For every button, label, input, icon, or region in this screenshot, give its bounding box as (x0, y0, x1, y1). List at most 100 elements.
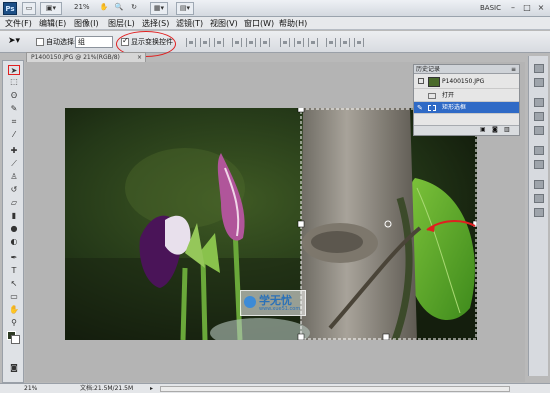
align-bottom-icon[interactable] (214, 38, 224, 47)
history-tab-bar: 历史记录 ≡ (414, 65, 519, 74)
lasso-tool-icon[interactable]: ʘ (8, 91, 20, 101)
options-bar: ➤▾ 自动选择: 组 ✓ 显示变换控件 (0, 31, 550, 53)
status-arrow-icon[interactable]: ▸ (150, 384, 153, 393)
marquee-tool-icon[interactable]: ⬚ (8, 77, 20, 87)
color-panel-icon[interactable] (534, 98, 544, 107)
new-document-icon[interactable]: ▣ (480, 126, 486, 133)
layers-panel-icon[interactable] (534, 180, 544, 189)
paths-panel-icon[interactable] (534, 208, 544, 217)
adjustments-panel-icon[interactable] (534, 146, 544, 155)
rotate-view-icon[interactable]: ↻ (128, 2, 140, 15)
path-select-tool-icon[interactable]: ↖ (8, 279, 20, 289)
auto-select-dropdown[interactable]: 组 (75, 36, 113, 48)
menu-edit[interactable]: 编辑(E) (39, 18, 66, 29)
menu-help[interactable]: 帮助(H) (279, 18, 307, 29)
distribute-right-icon[interactable] (354, 38, 364, 47)
history-state-icon (428, 93, 436, 99)
menu-file[interactable]: 文件(F) (5, 18, 32, 29)
distribute-bottom-icon[interactable] (308, 38, 318, 47)
history-snapshot[interactable]: P1400150.JPG (414, 75, 519, 89)
menu-layer[interactable]: 图层(L) (108, 18, 135, 29)
distribute-left-icon[interactable] (326, 38, 336, 47)
brush-tool-icon[interactable]: ⟋ (8, 159, 20, 169)
align-left-icon[interactable] (232, 38, 242, 47)
align-vcenter-icon[interactable] (200, 38, 210, 47)
history-panel-icon[interactable] (534, 78, 544, 87)
bridge-folder-icon[interactable]: ▭ (22, 2, 36, 15)
application-bar: Ps ▭ ▣▾ 21% ✋ 🔍 ↻ ▦▾ ▤▾ BASIC – □ × (0, 0, 550, 17)
menu-image[interactable]: 图像(I) (74, 18, 99, 29)
distribute-vcenter-icon[interactable] (294, 38, 304, 47)
background-color-swatch[interactable] (11, 335, 20, 344)
history-tab[interactable]: 历史记录 (416, 65, 440, 74)
marquee-state-icon (428, 105, 436, 111)
healing-brush-tool-icon[interactable]: ✚ (8, 146, 20, 156)
history-item-rect-marquee[interactable]: ✎ 矩形选框 (414, 102, 519, 114)
watermark: 学无忧 www.xue51.com (240, 290, 306, 316)
align-right-icon[interactable] (260, 38, 270, 47)
align-top-icon[interactable] (186, 38, 196, 47)
menu-filter[interactable]: 滤镜(T) (176, 18, 203, 29)
close-icon[interactable]: × (536, 3, 546, 13)
document-tab[interactable]: P1400150.JPG @ 21%(RGB/8) × (26, 52, 146, 62)
history-item-open[interactable]: 打开 (414, 90, 519, 102)
zoom-level[interactable]: 21% (74, 3, 90, 11)
history-footer: ▣ ◙ ▥ (414, 125, 519, 135)
close-tab-icon[interactable]: × (137, 53, 142, 62)
minimize-icon[interactable]: – (508, 3, 518, 13)
snapshot-thumbnail (428, 77, 440, 87)
distribute-hcenter-icon[interactable] (340, 38, 350, 47)
crop-tool-icon[interactable]: ⌗ (8, 117, 20, 127)
navigator-panel-icon[interactable] (534, 64, 544, 73)
horizontal-scrollbar[interactable] (160, 386, 510, 392)
quick-mask-icon[interactable]: ◙ (8, 363, 20, 373)
hand-tool-icon[interactable]: ✋ (8, 305, 20, 315)
pen-tool-icon[interactable]: ✒ (8, 253, 20, 263)
align-hcenter-icon[interactable] (246, 38, 256, 47)
channels-panel-icon[interactable] (534, 194, 544, 203)
screen-mode-icon[interactable]: ▣▾ (40, 2, 62, 15)
hand-icon[interactable]: ✋ (98, 2, 110, 15)
zoom-tool-icon[interactable]: ⚲ (8, 318, 20, 328)
eyedropper-tool-icon[interactable]: ⁄ (8, 130, 20, 140)
move-tool-icon[interactable]: ➤ (8, 65, 20, 75)
move-tool-preset-icon[interactable]: ➤▾ (8, 36, 20, 46)
snapshot-source-icon[interactable] (418, 78, 424, 84)
maximize-icon[interactable]: □ (522, 3, 532, 13)
menu-bar: 文件(F) 编辑(E) 图像(I) 图层(L) 选择(S) 滤镜(T) 视图(V… (0, 17, 550, 30)
clone-stamp-tool-icon[interactable]: ♙ (8, 172, 20, 182)
zoom-icon[interactable]: 🔍 (113, 2, 125, 15)
history-item-label: 矩形选框 (442, 104, 467, 111)
snapshot-icon[interactable]: ◙ (492, 126, 498, 133)
quick-select-tool-icon[interactable]: ✎ (8, 104, 20, 114)
menu-window[interactable]: 窗口(W) (244, 18, 274, 29)
blur-tool-icon[interactable]: ● (8, 224, 20, 234)
styles-panel-icon[interactable] (534, 126, 544, 135)
watermark-logo (244, 296, 256, 308)
swatches-panel-icon[interactable] (534, 112, 544, 121)
menu-view[interactable]: 视图(V) (210, 18, 238, 29)
dodge-tool-icon[interactable]: ◐ (8, 237, 20, 247)
panel-dock (528, 56, 548, 376)
gradient-tool-icon[interactable]: ▮ (8, 211, 20, 221)
screen-layout-icon[interactable]: ▤▾ (176, 2, 194, 15)
menu-select[interactable]: 选择(S) (142, 18, 169, 29)
status-bar: 21% 文档:21.5M/21.5M ▸ (0, 383, 550, 393)
tools-panel: ➤ ⬚ ʘ ✎ ⌗ ⁄ ✚ ⟋ ♙ ↺ ▱ ▮ ● ◐ ✒ T ↖ ▭ ✋ ⚲ … (2, 60, 24, 383)
shape-tool-icon[interactable]: ▭ (8, 292, 20, 302)
photoshop-logo: Ps (3, 2, 17, 15)
history-brush-source-icon[interactable]: ✎ (417, 104, 423, 112)
distribute-top-icon[interactable] (280, 38, 290, 47)
status-zoom[interactable]: 21% (24, 384, 37, 393)
trash-icon[interactable]: ▥ (504, 126, 510, 133)
type-tool-icon[interactable]: T (8, 266, 20, 276)
panel-menu-icon[interactable]: ≡ (511, 65, 516, 74)
workspace-label[interactable]: BASIC (480, 4, 501, 12)
masks-panel-icon[interactable] (534, 160, 544, 169)
history-item-label: 打开 (442, 92, 455, 99)
eraser-tool-icon[interactable]: ▱ (8, 198, 20, 208)
history-panel: 历史记录 ≡ P1400150.JPG 打开 ✎ 矩形选框 ▣ ◙ ▥ (413, 64, 520, 136)
arrange-documents-icon[interactable]: ▦▾ (150, 2, 168, 15)
history-brush-tool-icon[interactable]: ↺ (8, 185, 20, 195)
auto-select-checkbox[interactable] (36, 38, 44, 46)
